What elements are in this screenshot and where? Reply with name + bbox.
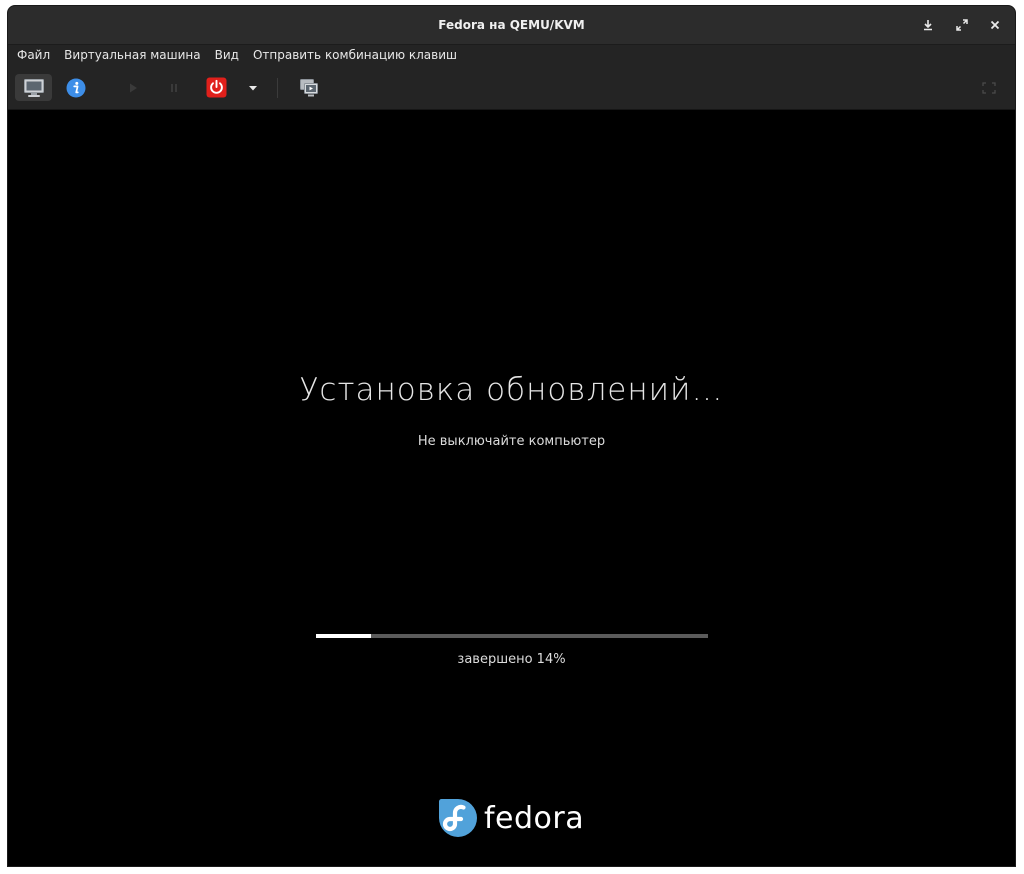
run-button[interactable] xyxy=(120,74,146,101)
close-icon xyxy=(990,20,1000,30)
window-title: Fedora на QEMU/KVM xyxy=(438,18,585,32)
maximize-icon xyxy=(956,19,968,31)
fedora-logo-text: fedora xyxy=(484,800,585,836)
fullscreen-icon xyxy=(982,81,996,94)
minimize-icon xyxy=(924,20,932,31)
minimize-button[interactable] xyxy=(919,16,937,34)
shutdown-button[interactable] xyxy=(203,74,229,101)
fedora-logo: fedora xyxy=(438,796,584,840)
update-subheading: Не выключайте компьютер xyxy=(417,434,606,449)
pause-button[interactable] xyxy=(161,74,187,101)
snapshots-icon xyxy=(300,78,318,96)
fullscreen-button[interactable] xyxy=(978,74,1000,101)
details-view-button[interactable] xyxy=(60,74,92,101)
title-bar[interactable]: Fedora на QEMU/KVM xyxy=(8,6,1015,45)
power-icon xyxy=(206,77,226,98)
menu-send-key[interactable]: Отправить комбинацию клавиш xyxy=(246,45,464,66)
progress-label: завершено 14% xyxy=(457,652,566,667)
info-icon xyxy=(66,78,86,97)
console-view-button[interactable] xyxy=(15,74,52,101)
close-button[interactable] xyxy=(986,16,1004,34)
toolbar xyxy=(8,66,1015,110)
vm-console-display[interactable]: Установка обновлений… Не выключайте комп… xyxy=(8,110,1015,866)
fedora-logo-icon xyxy=(439,799,477,837)
menu-virtual-machine[interactable]: Виртуальная машина xyxy=(57,45,207,66)
menu-bar: Файл Виртуальная машина Вид Отправить ко… xyxy=(8,45,1015,66)
play-icon xyxy=(130,83,137,92)
monitor-icon xyxy=(23,78,44,97)
update-heading: Установка обновлений… xyxy=(299,372,724,408)
snapshots-button[interactable] xyxy=(295,74,323,101)
update-progress-bar xyxy=(316,634,708,638)
pause-icon xyxy=(171,83,177,92)
menu-file[interactable]: Файл xyxy=(10,45,57,66)
progress-bar-fill xyxy=(316,634,371,638)
maximize-button[interactable] xyxy=(953,16,971,34)
menu-view[interactable]: Вид xyxy=(208,45,246,66)
vm-window: Fedora на QEMU/KVM Файл Виртуальная маши… xyxy=(8,6,1015,866)
chevron-down-icon xyxy=(249,85,257,90)
toolbar-separator xyxy=(277,78,278,98)
shutdown-menu-button[interactable] xyxy=(242,74,264,101)
